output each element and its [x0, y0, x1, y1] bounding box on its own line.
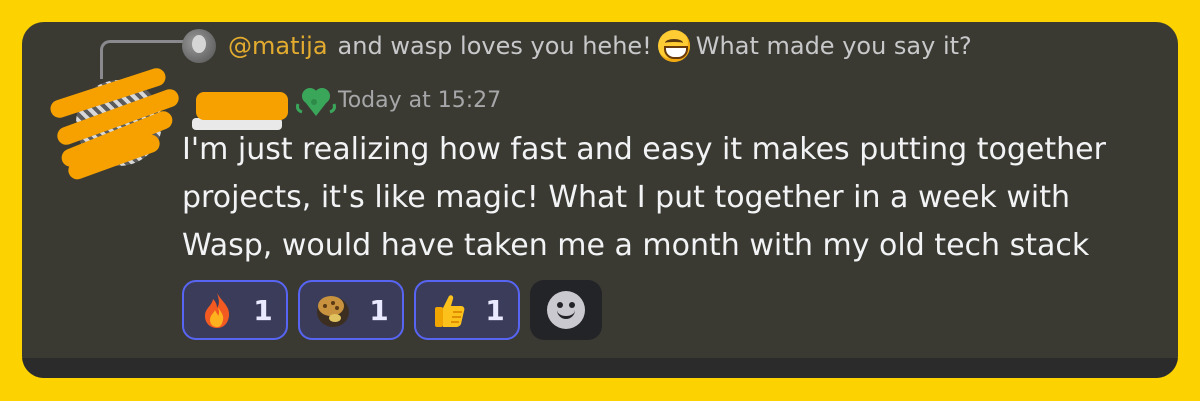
reaction-count: 1: [485, 293, 505, 327]
reply-mention[interactable]: @matija: [228, 32, 328, 60]
cookie-icon: [313, 290, 353, 330]
add-reaction-button[interactable]: [530, 280, 602, 340]
reaction-cookie[interactable]: 1: [298, 280, 404, 340]
heart-badge-icon: [296, 88, 336, 116]
reaction-fire[interactable]: 1: [182, 280, 288, 340]
reply-text-end: What made you say it?: [695, 32, 972, 60]
message-line: Wasp, would have taken me a month with m…: [182, 228, 1090, 263]
reply-text: and wasp loves you hehe!: [337, 32, 652, 60]
message-line: I'm just realizing how fast and easy it …: [182, 132, 1106, 167]
thumbs-up-icon: [429, 290, 469, 330]
reply-avatar[interactable]: [182, 29, 216, 63]
reaction-count: 1: [253, 293, 273, 327]
smile-icon: [547, 291, 585, 329]
reaction-thumbs-up[interactable]: 1: [414, 280, 520, 340]
message-card: @matija and wasp loves you hehe! What ma…: [22, 22, 1178, 378]
card-bottom-bar: [22, 358, 1178, 378]
reply-preview[interactable]: @matija and wasp loves you hehe! What ma…: [182, 28, 972, 64]
fire-icon: [197, 290, 237, 330]
grinning-face-icon: [657, 30, 690, 62]
message-timestamp[interactable]: Today at 15:27: [338, 86, 501, 116]
message-content: I'm just realizing how fast and easy it …: [182, 126, 1142, 270]
username-redaction[interactable]: [196, 92, 288, 120]
message-line: projects, it's like magic! What I put to…: [182, 180, 1070, 215]
reactions-bar: 1 1 1: [182, 280, 602, 340]
reaction-count: 1: [369, 293, 389, 327]
